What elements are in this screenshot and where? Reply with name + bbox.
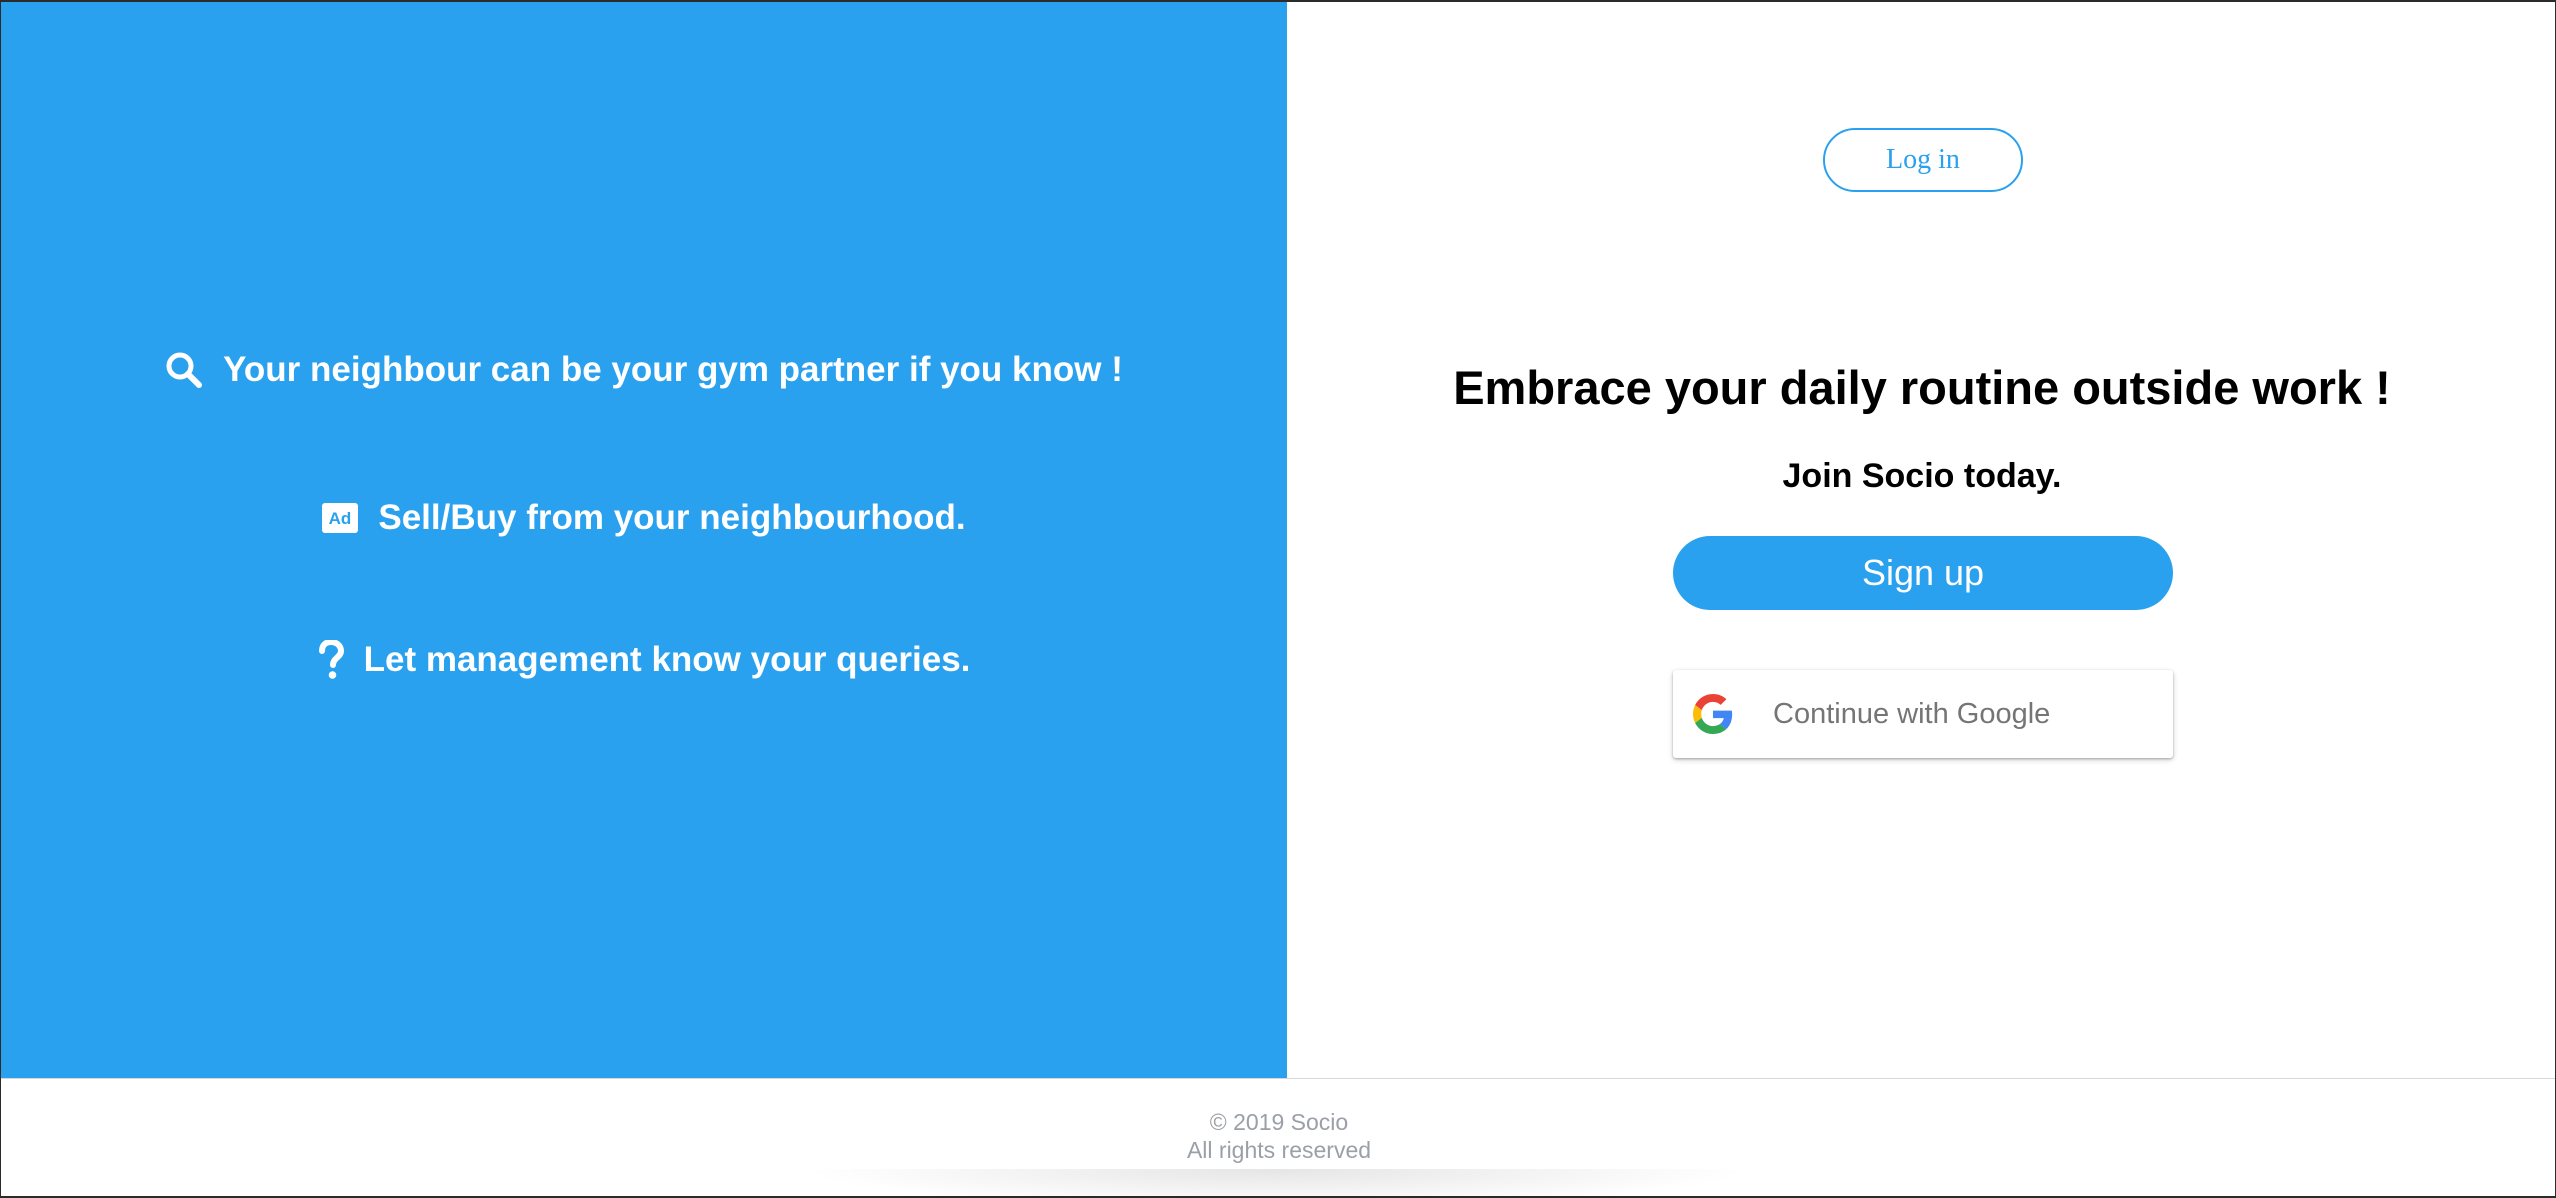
google-signin-button[interactable]: Continue with Google — [1673, 670, 2173, 758]
ad-icon: Ad — [322, 503, 359, 533]
feature-text: Let management know your queries. — [363, 640, 971, 679]
login-button[interactable]: Log in — [1823, 128, 2023, 192]
feature-text: Sell/Buy from your neighbourhood. — [378, 498, 966, 537]
search-icon — [165, 351, 203, 389]
google-icon — [1693, 694, 1733, 734]
footer-shadow — [801, 1169, 1751, 1196]
ad-icon-text: Ad — [329, 509, 352, 528]
footer: © 2019 Socio All rights reserved — [1, 1078, 2555, 1196]
feature-queries: Let management know your queries. — [1, 640, 1287, 680]
subheadline: Join Socio today. — [1782, 457, 2062, 495]
auth-panel: Log in Embrace your daily routine outsid… — [1287, 2, 2555, 1078]
question-icon — [318, 640, 344, 680]
google-button-label: Continue with Google — [1773, 697, 2051, 730]
page: Your neighbour can be your gym partner i… — [0, 0, 2556, 1198]
feature-gym-partner: Your neighbour can be your gym partner i… — [1, 350, 1287, 390]
footer-rights: All rights reserved — [1186, 1137, 1372, 1163]
feature-sell-buy: Ad Sell/Buy from your neighbourhood. — [1, 498, 1287, 538]
features-panel: Your neighbour can be your gym partner i… — [1, 2, 1287, 1078]
feature-text: Your neighbour can be your gym partner i… — [223, 350, 1123, 389]
footer-copyright: © 2019 Socio — [1209, 1109, 1349, 1135]
signup-button[interactable]: Sign up — [1673, 536, 2173, 610]
headline: Embrace your daily routine outside work … — [1453, 361, 2391, 414]
